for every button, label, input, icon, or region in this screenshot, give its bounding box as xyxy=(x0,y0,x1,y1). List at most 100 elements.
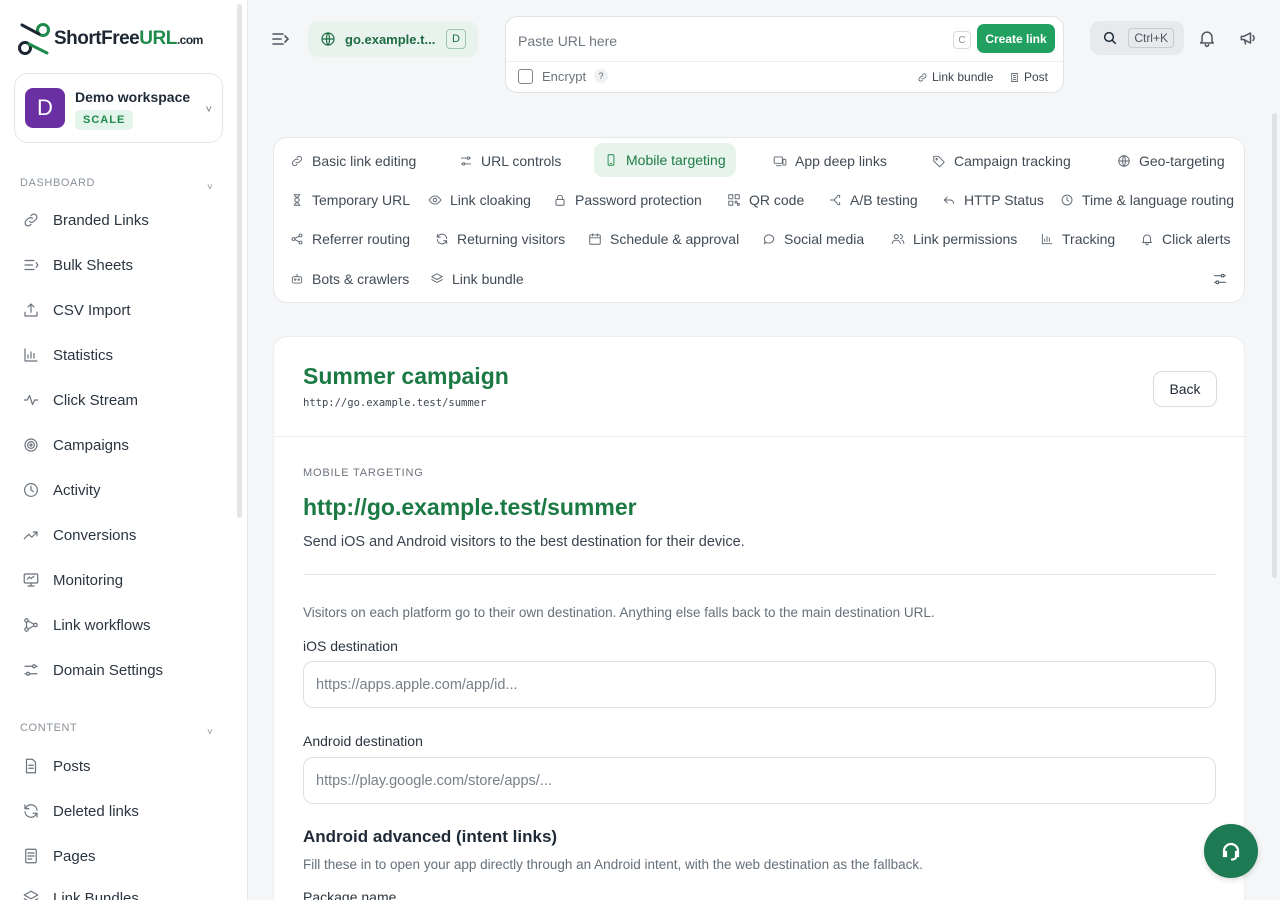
list-icon xyxy=(24,259,39,271)
chat-icon xyxy=(763,234,775,245)
support-chat-button[interactable] xyxy=(1204,824,1258,878)
globe-icon xyxy=(321,32,335,46)
sidebar-item-pages[interactable]: Pages xyxy=(22,840,222,872)
upload-icon xyxy=(24,303,38,317)
page-scrollbar[interactable] xyxy=(1272,113,1277,578)
chevron-down-icon[interactable]: ˅ xyxy=(207,727,213,738)
search-button[interactable]: Ctrl+K xyxy=(1090,21,1184,55)
sidebar-item-label: Campaigns xyxy=(53,436,129,454)
tab-label: QR code xyxy=(749,192,805,208)
qr-icon xyxy=(728,194,740,206)
sidebar-item-campaigns[interactable]: Campaigns xyxy=(22,429,222,461)
tab-password-protection[interactable]: Password protection xyxy=(543,183,712,217)
tab-label: Link permissions xyxy=(913,231,1018,247)
sidebar-item-monitoring[interactable]: Monitoring xyxy=(22,564,222,596)
tab-click-alerts[interactable]: Click alerts xyxy=(1130,222,1240,256)
tab-qr-code[interactable]: QR code xyxy=(717,183,814,217)
tab-label: Returning visitors xyxy=(457,231,566,247)
sidebar-item-link-bundles[interactable]: Link Bundles xyxy=(22,882,222,900)
tab-http-status[interactable]: HTTP Status xyxy=(932,183,1054,217)
tab-label: Link bundle xyxy=(452,271,524,287)
phone-icon xyxy=(607,154,615,166)
sidebar-item-label: Conversions xyxy=(53,526,137,544)
tab-time-language-routing[interactable]: Time & language routing xyxy=(1050,183,1244,217)
robot-icon xyxy=(291,273,303,284)
sidebar-item-domain-settings[interactable]: Domain Settings xyxy=(22,654,222,686)
link-title: Summer campaign xyxy=(303,363,509,389)
sidebar-item-statistics[interactable]: Statistics xyxy=(22,339,222,371)
tab-ab-testing[interactable]: A/B testing xyxy=(818,183,928,217)
sidebar-item-label: Bulk Sheets xyxy=(53,256,134,274)
tab-label: Mobile targeting xyxy=(626,152,726,168)
sidebar-item-label: Deleted links xyxy=(53,802,139,820)
tab-label: Referrer routing xyxy=(312,231,411,247)
encrypt-checkbox[interactable] xyxy=(518,69,533,84)
tab-geo-targeting[interactable]: Geo-targeting xyxy=(1107,144,1235,178)
sidebar-item-branded-links[interactable]: Branded Links xyxy=(22,204,222,236)
sidebar-scrollbar[interactable] xyxy=(237,4,242,518)
sidebar-item-csv-import[interactable]: CSV Import xyxy=(22,294,222,326)
tab-returning-visitors[interactable]: Returning visitors xyxy=(425,222,575,256)
workspace-name: Demo workspace xyxy=(75,89,191,105)
tab-link-bundle[interactable]: Link bundle xyxy=(420,262,534,296)
tag-icon xyxy=(933,155,945,168)
tab-label: Time & language routing xyxy=(1082,192,1235,208)
link-bundle-button[interactable]: Link bundle xyxy=(917,70,993,84)
sidebar-item-deleted-links[interactable]: Deleted links xyxy=(22,795,222,827)
refresh-icon xyxy=(436,233,448,245)
page-icon xyxy=(25,848,37,864)
bell-icon[interactable] xyxy=(1197,28,1217,48)
tab-tracking[interactable]: Tracking xyxy=(1030,222,1125,256)
domain-selector[interactable]: go.example.t... D xyxy=(308,21,478,57)
short-url: http://go.example.test/summer xyxy=(303,397,487,409)
android-advanced-heading: Android advanced (intent links) xyxy=(303,827,558,846)
hourglass-icon xyxy=(293,194,301,206)
workspace-switcher[interactable]: D Demo workspace SCALE ˅ xyxy=(14,73,223,143)
sidebar-item-click-stream[interactable]: Click Stream xyxy=(22,384,222,416)
collapse-menu-icon[interactable] xyxy=(270,29,290,49)
tab-url-controls[interactable]: URL controls xyxy=(449,144,571,178)
brand-logo[interactable]: ShortFreeURL.com xyxy=(16,20,203,58)
tab-link-permissions[interactable]: Link permissions xyxy=(881,222,1027,256)
tab-label: Link cloaking xyxy=(450,192,531,208)
bar-chart-icon xyxy=(1041,233,1053,245)
eye-icon xyxy=(428,195,442,205)
brand-name: ShortFreeURL.com xyxy=(54,28,203,49)
sidebar-item-label: Branded Links xyxy=(53,211,149,229)
tab-temporary-url[interactable]: Temporary URL xyxy=(280,183,420,217)
megaphone-icon[interactable] xyxy=(1238,28,1258,48)
package-name-label: Package name xyxy=(303,889,397,900)
tab-referrer-routing[interactable]: Referrer routing xyxy=(280,222,420,256)
create-link-panel: C Create link Encrypt ? Link bundle Post xyxy=(505,16,1064,93)
sidebar-item-conversions[interactable]: Conversions xyxy=(22,519,222,551)
monitor-icon xyxy=(23,573,39,587)
section-description: Send iOS and Android visitors to the bes… xyxy=(303,534,745,550)
sidebar-item-link-workflows[interactable]: Link workflows xyxy=(22,609,222,641)
tab-basic-link-editing[interactable]: Basic link editing xyxy=(280,144,426,178)
tab-mobile-targeting[interactable]: Mobile targeting xyxy=(594,143,736,177)
tab-app-deep-links[interactable]: App deep links xyxy=(763,144,897,178)
tab-schedule-approval[interactable]: Schedule & approval xyxy=(578,222,749,256)
tab-link-cloaking[interactable]: Link cloaking xyxy=(418,183,541,217)
back-button[interactable]: Back xyxy=(1153,371,1217,407)
create-link-button[interactable]: Create link xyxy=(977,24,1055,53)
tab-label: Geo-targeting xyxy=(1139,153,1225,169)
tab-social-media[interactable]: Social media xyxy=(752,222,874,256)
lock-icon xyxy=(555,194,565,206)
sidebar-item-activity[interactable]: Activity xyxy=(22,474,222,506)
tab-label: A/B testing xyxy=(850,192,918,208)
tab-bots-crawlers[interactable]: Bots & crawlers xyxy=(280,262,419,296)
sliders-icon xyxy=(460,156,472,166)
post-button[interactable]: Post xyxy=(1009,70,1048,84)
chevron-down-icon[interactable]: ˅ xyxy=(207,182,213,193)
sidebar-item-bulk-sheets[interactable]: Bulk Sheets xyxy=(22,249,222,281)
help-icon[interactable]: ? xyxy=(594,69,608,83)
sidebar-item-label: Statistics xyxy=(53,346,114,364)
tab-campaign-tracking[interactable]: Campaign tracking xyxy=(922,144,1081,178)
divider xyxy=(274,436,1244,437)
sidebar-item-posts[interactable]: Posts xyxy=(22,750,222,782)
android-destination-input[interactable] xyxy=(303,757,1216,804)
ios-destination-input[interactable] xyxy=(303,661,1216,708)
paste-url-input[interactable] xyxy=(518,29,948,53)
sliders-icon[interactable] xyxy=(1212,271,1228,287)
